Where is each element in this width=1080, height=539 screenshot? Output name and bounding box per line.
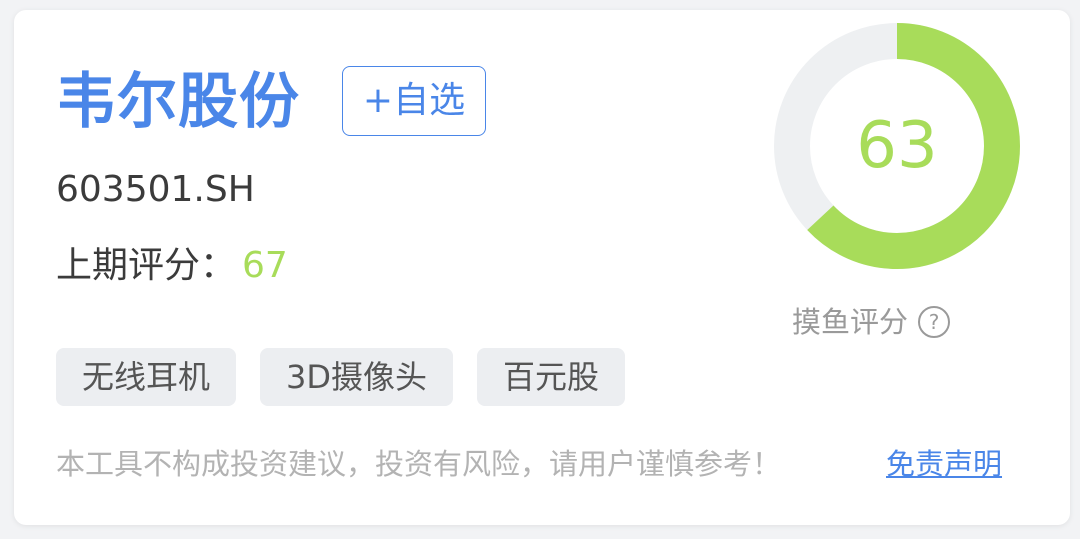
gauge-score-value: 63 [856,109,938,183]
concept-tag[interactable]: 无线耳机 [56,348,237,406]
score-gauge: 63 [774,23,1020,269]
previous-score-value: 67 [242,245,288,286]
previous-score-label: 上期评分： [56,245,237,286]
disclaimer-text: 本工具不构成投资建议，投资有风险，请用户谨慎参考！ [56,447,782,481]
question-circle-icon[interactable]: ? [918,306,951,338]
gauge-label: 摸鱼评分 ? [792,302,951,342]
disclaimer-link[interactable]: 免责声明 [886,444,1002,484]
previous-score: 上期评分： 67 [56,244,288,288]
concept-tags: 无线耳机 3D摄像头 百元股 [56,348,626,406]
concept-tag[interactable]: 百元股 [477,348,626,406]
stock-name: 韦尔股份 [56,67,300,137]
stock-score-card: 韦尔股份 +自选 603501.SH 上期评分： 67 无线耳机 3D摄像头 百元… [14,10,1070,525]
concept-tag[interactable]: 3D摄像头 [260,348,454,406]
gauge-label-text: 摸鱼评分 [792,305,909,339]
stock-code: 603501.SH [56,169,255,210]
add-to-watchlist-button[interactable]: +自选 [342,66,486,136]
